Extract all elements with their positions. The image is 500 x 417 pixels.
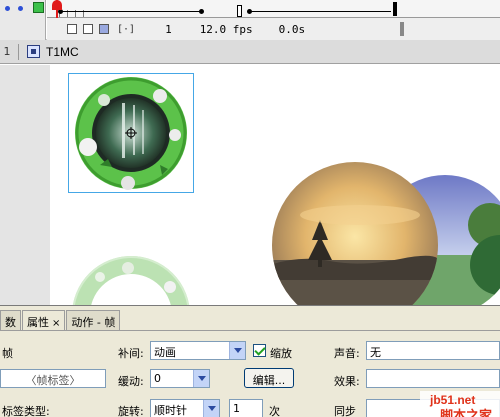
frame-label: 帧 xyxy=(2,347,13,360)
elapsed-time: 0.0s xyxy=(278,22,306,36)
tween-value: 动画 xyxy=(154,346,176,359)
rotate-value: 顺时针 xyxy=(154,404,187,417)
effect-select[interactable] xyxy=(366,369,500,388)
tab-properties[interactable]: 属性 × xyxy=(22,310,66,330)
chevron-down-icon[interactable] xyxy=(193,370,209,387)
scale-checkbox[interactable] xyxy=(253,344,266,357)
frame-name-field[interactable]: 〈帧标签〉 xyxy=(0,369,106,388)
ring-outline-faded[interactable] xyxy=(72,256,190,305)
rotate-select[interactable]: 顺时针 xyxy=(150,399,220,417)
tab-actions-frame[interactable]: 动作 - 帧 xyxy=(66,310,121,330)
close-icon[interactable]: × xyxy=(52,318,60,329)
ease-dropdown[interactable] xyxy=(193,369,210,388)
timeline: [·] 1 12.0 fps 0.0s xyxy=(0,0,500,40)
tab-label: 属性 xyxy=(27,316,49,329)
ease-label: 缓动: xyxy=(118,375,144,388)
onion-outline-icon[interactable] xyxy=(99,24,109,34)
sync-label: 同步 xyxy=(334,405,356,417)
keyframe-mid[interactable] xyxy=(199,9,204,14)
panel-tabs: 数 属性 × 动作 - 帧 xyxy=(0,310,121,330)
keyframe-box[interactable] xyxy=(237,5,242,17)
rotate-count-field[interactable]: 1 xyxy=(229,399,263,417)
onion-skin-icon[interactable] xyxy=(83,24,93,34)
scene-number[interactable]: 1 xyxy=(0,45,14,58)
chevron-down-icon[interactable] xyxy=(203,400,219,417)
label-type-label: 标签类型: xyxy=(2,405,50,417)
lock-dot-icon[interactable] xyxy=(18,6,23,11)
sound-select[interactable]: 无 xyxy=(366,341,500,360)
tab-label: 动作 - 帧 xyxy=(71,316,116,329)
rotate-unit: 次 xyxy=(269,405,280,417)
breadcrumb-symbol[interactable]: T1MC xyxy=(46,45,79,59)
timeline-status-bar: [·] 1 12.0 fps 0.0s xyxy=(47,18,500,40)
edit-button[interactable]: 编辑... xyxy=(244,368,294,388)
tab-label: 数 xyxy=(5,316,16,329)
current-frame: 1 xyxy=(165,22,172,36)
chevron-down-icon[interactable] xyxy=(229,342,245,359)
tween-select[interactable]: 动画 xyxy=(150,341,246,360)
frame-ruler[interactable] xyxy=(47,0,500,18)
tab-components[interactable]: 数 xyxy=(0,310,21,330)
edit-bar: 1 T1MC xyxy=(0,40,500,64)
sound-label: 声音: xyxy=(334,347,360,360)
scale-label: 缩放 xyxy=(270,347,292,360)
timeline-scroll-handle[interactable] xyxy=(400,22,404,36)
panel-body: 帧 〈帧标签〉 标签类型: 补间: 动画 缩放 缓动: 0 编辑... 旋转: … xyxy=(0,330,500,417)
stage xyxy=(0,65,500,305)
eye-dot-icon[interactable] xyxy=(5,6,10,11)
rotate-label: 旋转: xyxy=(118,405,144,417)
selection-box xyxy=(68,73,194,193)
center-frame-icon[interactable] xyxy=(67,24,77,34)
effect-label: 效果: xyxy=(334,375,360,388)
properties-panel: 数 属性 × 动作 - 帧 帧 〈帧标签〉 标签类型: 补间: 动画 缩放 缓动:… xyxy=(0,305,500,417)
keyframe-end[interactable] xyxy=(393,2,397,16)
outline-square-icon[interactable] xyxy=(33,2,44,13)
watermark-brand: 脚本之家 xyxy=(440,409,493,417)
movieclip-icon xyxy=(27,45,40,58)
ease-field[interactable]: 0 xyxy=(150,369,194,388)
sound-value: 无 xyxy=(370,346,381,359)
tween-label: 补间: xyxy=(118,347,144,360)
layer-controls xyxy=(0,0,46,40)
frame-rate: 12.0 fps xyxy=(199,22,253,36)
edit-multiple-frames-icon[interactable]: [·] xyxy=(117,24,135,35)
